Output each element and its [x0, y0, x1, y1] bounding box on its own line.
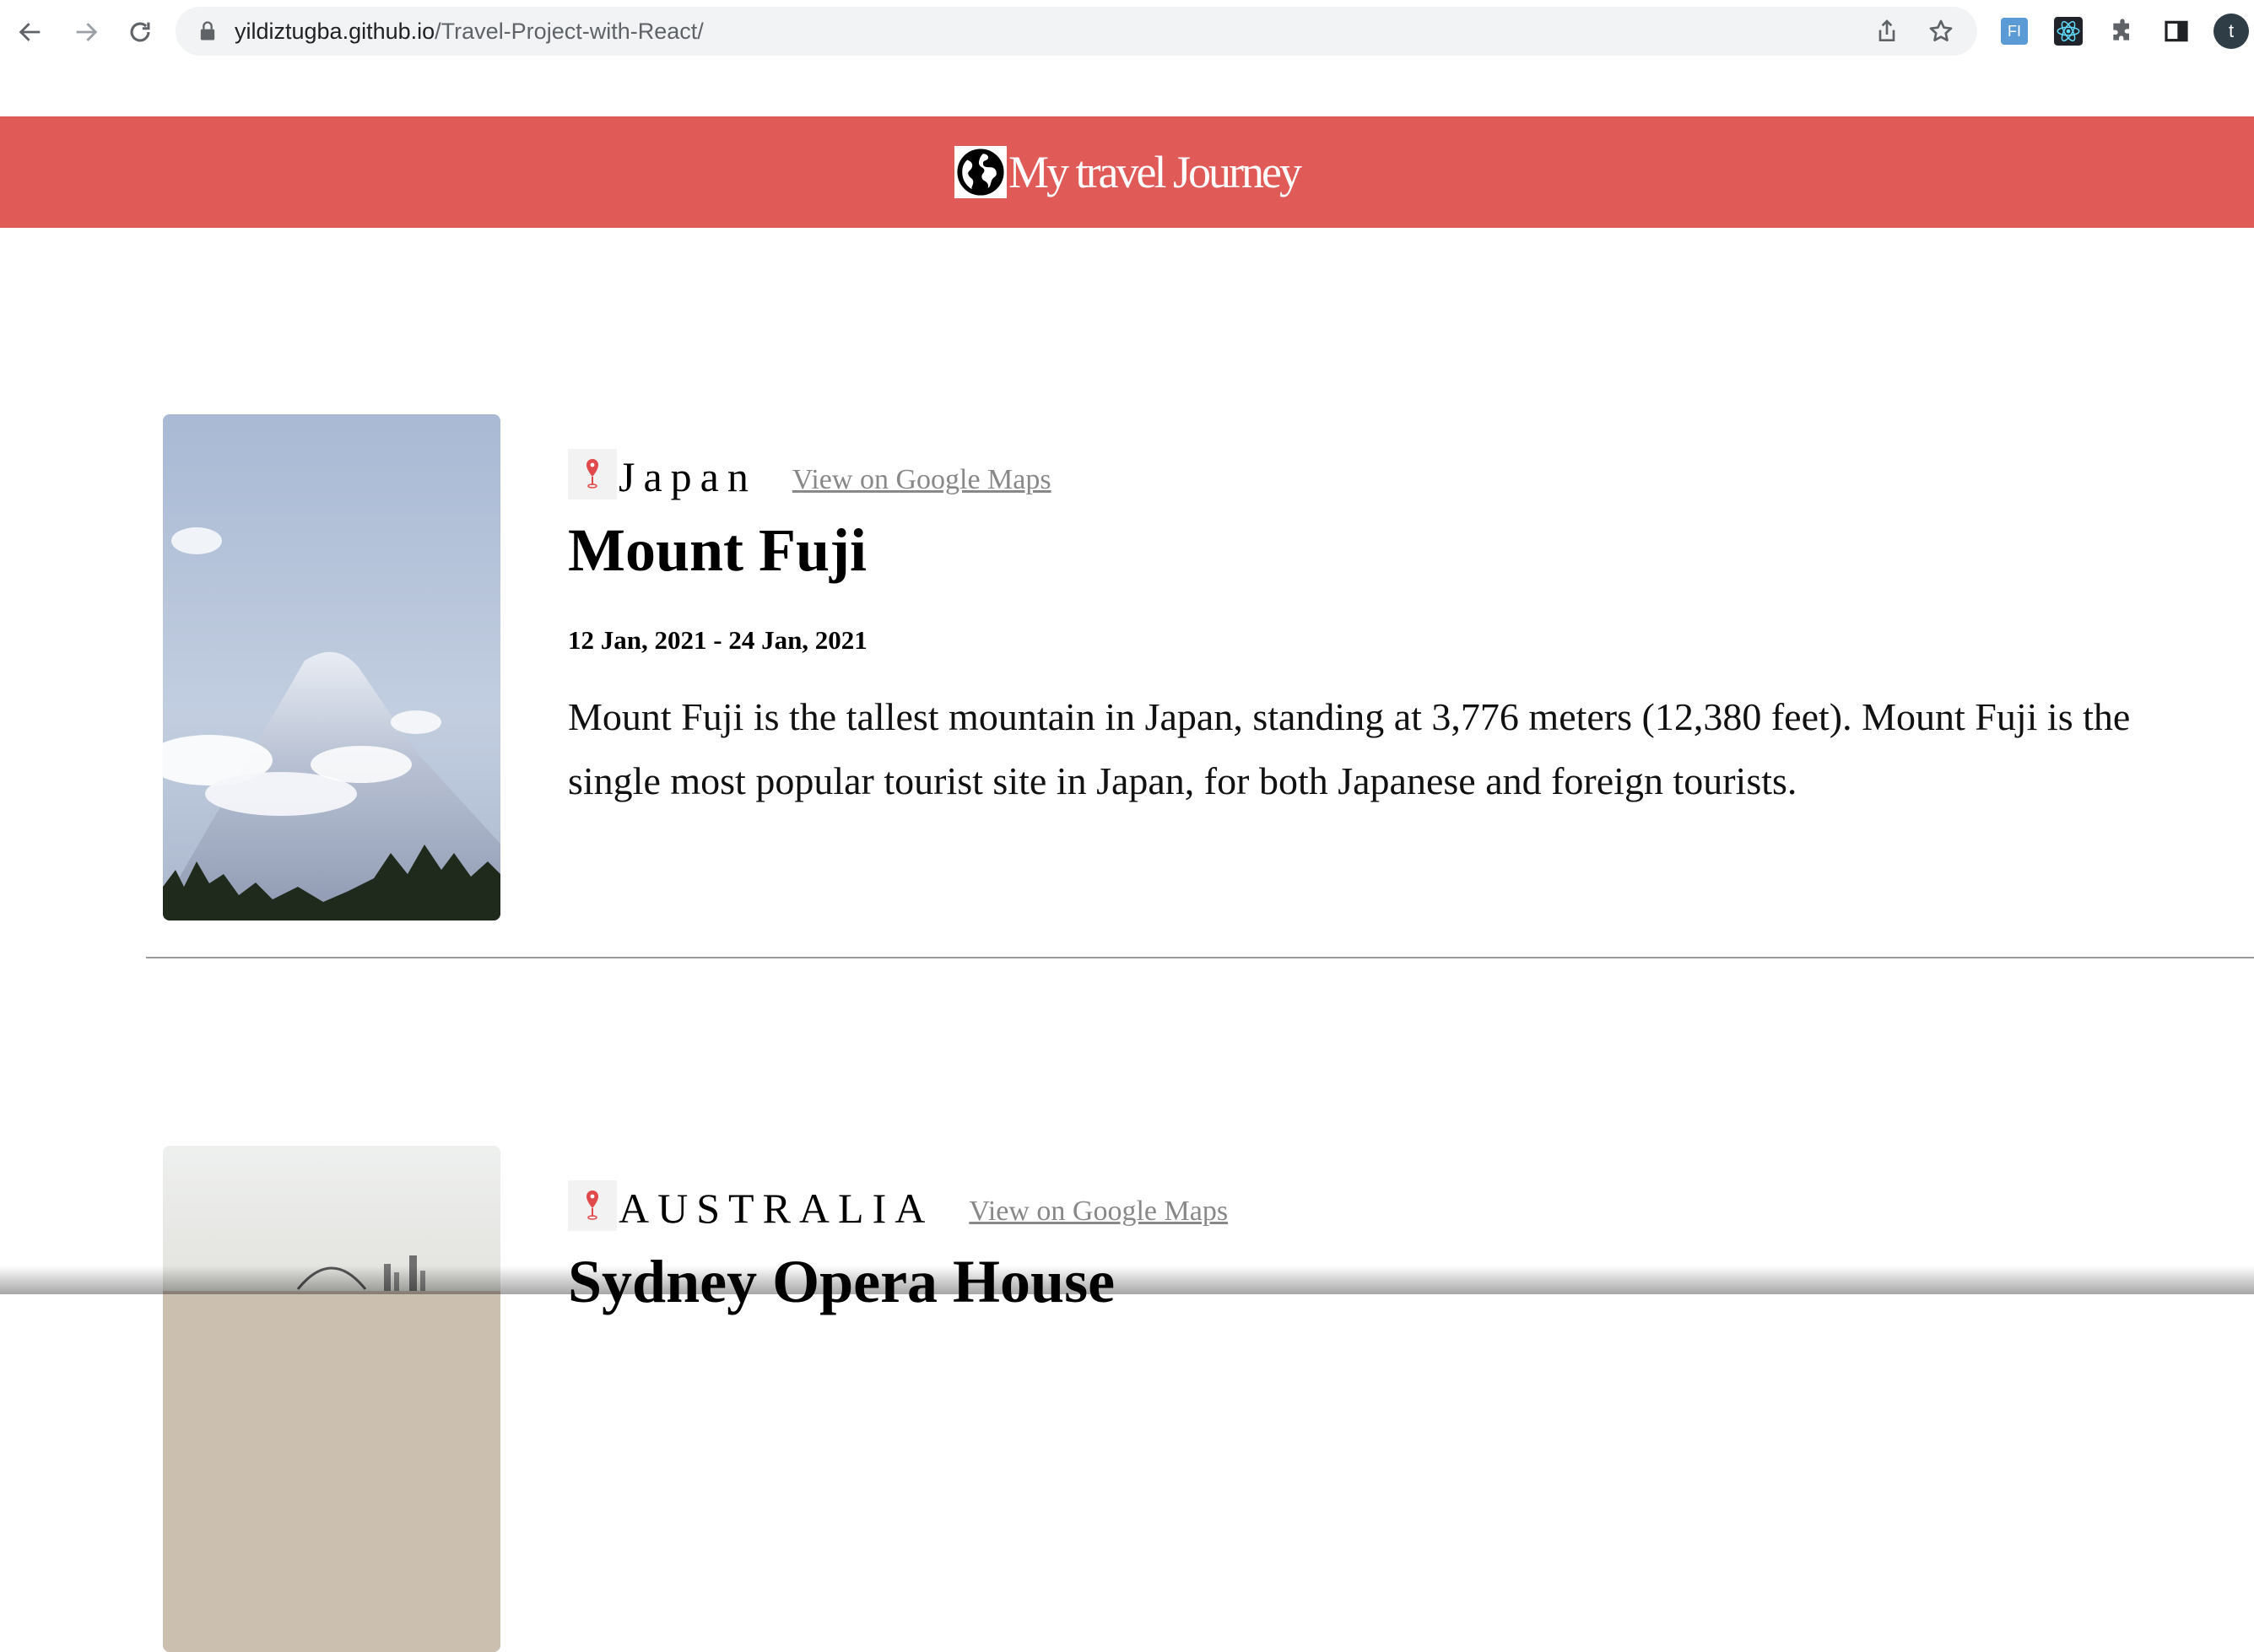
map-pin-icon — [568, 1180, 617, 1231]
star-icon[interactable] — [1927, 18, 1954, 45]
address-bar[interactable]: yildiztugba.github.io/Travel-Project-wit… — [176, 7, 1977, 56]
google-maps-link[interactable]: View on Google Maps — [792, 466, 1051, 499]
url-path: /Travel-Project-with-React/ — [435, 19, 704, 44]
side-panel-icon — [2165, 20, 2188, 42]
url-domain: yildiztugba.github.io — [235, 19, 435, 44]
entry-divider — [146, 957, 2254, 958]
browser-toolbar: yildiztugba.github.io/Travel-Project-wit… — [0, 0, 2254, 67]
site-title: My travel Journey — [1008, 147, 1302, 197]
globe-icon — [954, 146, 1008, 198]
extensions-button[interactable] — [2106, 15, 2138, 47]
puzzle-icon — [2113, 19, 2129, 40]
brand: My travel Journey — [954, 146, 1302, 198]
entry-description: Mount Fuji is the tallest mountain in Ja… — [568, 695, 2131, 802]
url-text: yildiztugba.github.io/Travel-Project-wit… — [235, 7, 704, 56]
site-header: My travel Journey — [0, 116, 2254, 228]
entry-photo — [163, 414, 500, 920]
extension-fi-icon: FI — [2001, 18, 2028, 45]
entry-dates: 12 Jan, 2021 - 24 Jan, 2021 — [568, 625, 868, 655]
entry-country: Japan — [619, 453, 757, 500]
profile-avatar[interactable]: t — [2213, 13, 2249, 49]
back-button[interactable] — [14, 15, 47, 49]
reload-button[interactable] — [123, 15, 157, 49]
entry-photo — [163, 1146, 500, 1652]
react-devtools-button[interactable] — [2052, 15, 2084, 47]
entry-country: AUSTRALIA — [619, 1185, 934, 1232]
entry-title: Mount Fuji — [568, 516, 868, 584]
entry-location: Japan View on Google Maps — [568, 449, 1051, 499]
reload-icon — [130, 22, 150, 42]
lock-icon — [200, 21, 215, 40]
side-panel-button[interactable] — [2160, 15, 2192, 47]
map-pin-icon — [568, 449, 617, 499]
entry-location: AUSTRALIA View on Google Maps — [568, 1180, 1228, 1231]
react-icon — [2054, 17, 2083, 46]
extension-fi-button[interactable]: FI — [1998, 15, 2030, 47]
share-icon[interactable] — [1873, 18, 1900, 45]
window-bottom-shadow — [0, 1266, 2254, 1294]
google-maps-link[interactable]: View on Google Maps — [969, 1197, 1228, 1231]
arrow-right-icon — [76, 23, 98, 41]
arrow-left-icon — [19, 23, 41, 41]
forward-button[interactable] — [69, 15, 103, 49]
